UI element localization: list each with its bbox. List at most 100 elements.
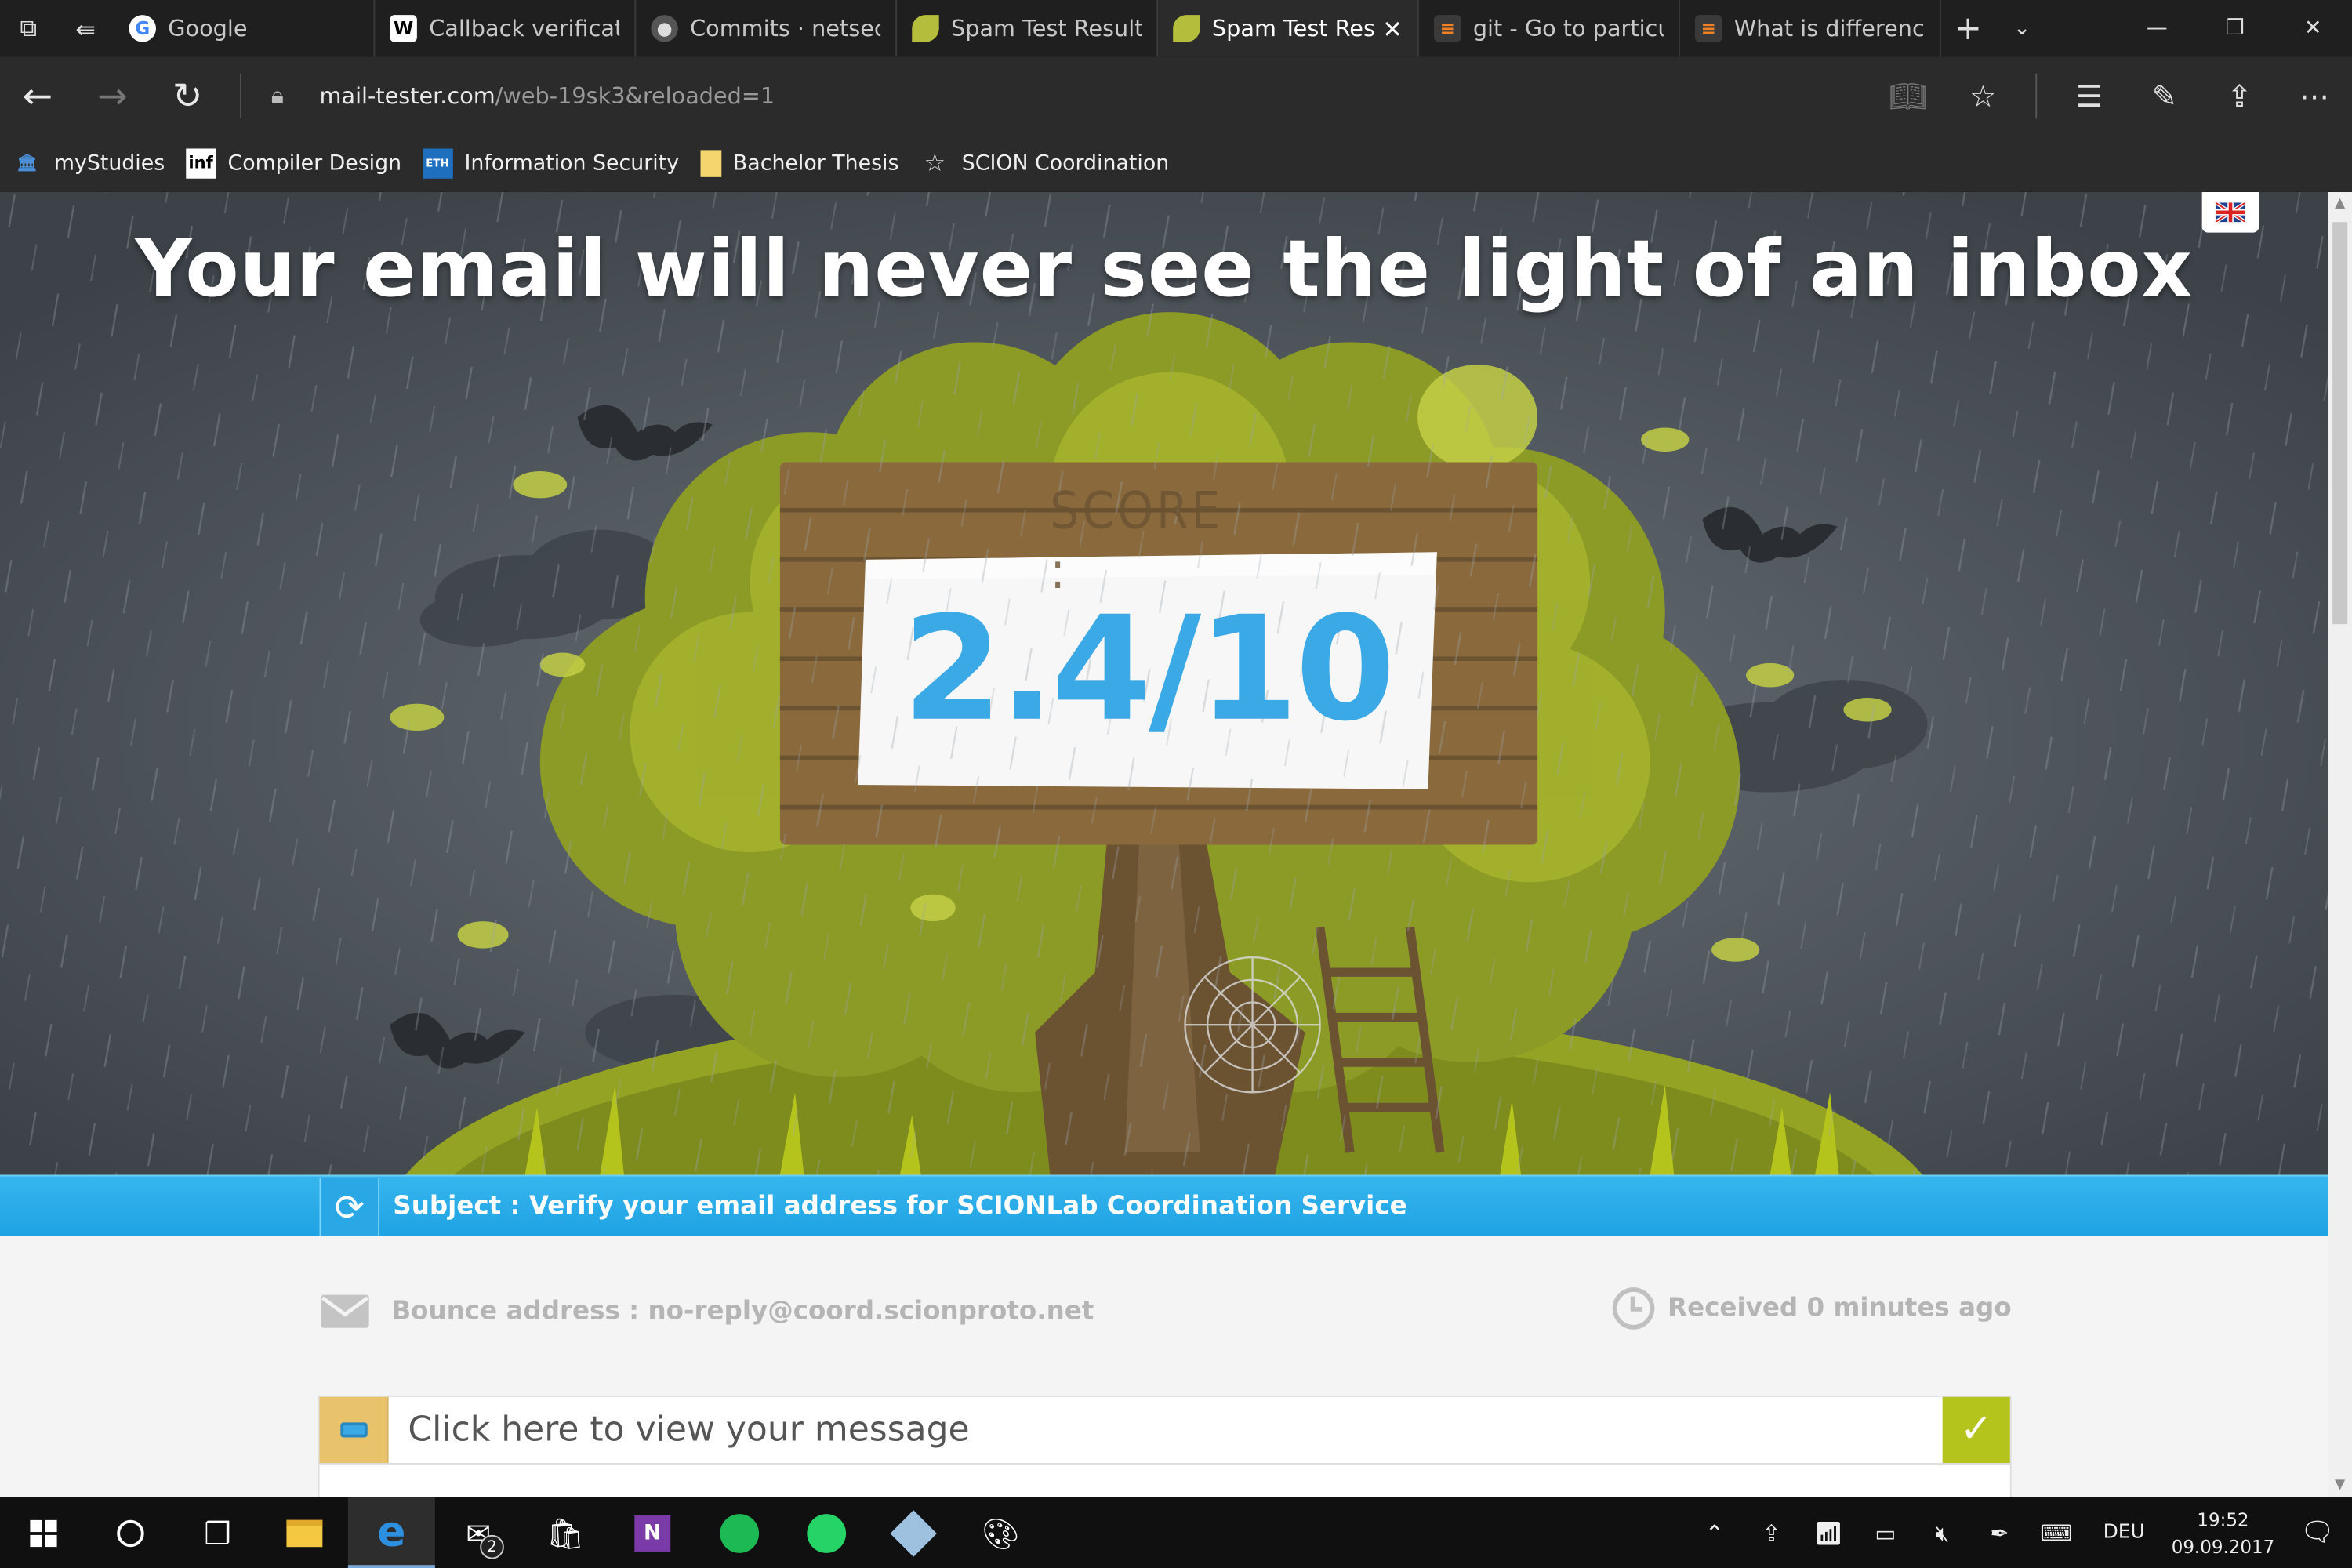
reading-view-icon[interactable]: 📖︎: [1871, 57, 1946, 136]
score-label: SCORE :: [1050, 481, 1224, 602]
share-icon[interactable]: ⇪: [2202, 57, 2278, 136]
paint-icon[interactable]: 🎨︎: [957, 1497, 1044, 1568]
mail-icon[interactable]: ✉ 2: [435, 1497, 522, 1568]
tab-label: Commits · netsec-e: [690, 15, 880, 42]
scrollbar-thumb[interactable]: [2332, 222, 2348, 625]
favorite-information-security[interactable]: ETH Information Security: [422, 147, 680, 178]
input-language[interactable]: DEU: [2085, 1522, 2162, 1544]
whatsapp-icon[interactable]: [783, 1497, 870, 1568]
hub-icon[interactable]: ☰: [2052, 57, 2127, 136]
tab-label: git - Go to particul: [1472, 15, 1664, 42]
hero-illustration: Your email will never see the light of a…: [0, 191, 2328, 1175]
url-path: /web-19sk3&reloaded=1: [495, 82, 775, 110]
wikipedia-icon: W: [390, 15, 417, 42]
favorites-bar: 🏛︎ myStudies inf Compiler Design ETH Inf…: [0, 135, 2352, 192]
favorite-label: Compiler Design: [227, 151, 402, 175]
cortana-icon[interactable]: [87, 1497, 174, 1568]
uk-flag-svg: [2215, 202, 2246, 223]
tab-callback[interactable]: W Callback verificatio: [375, 0, 637, 57]
minimize-icon[interactable]: —: [2118, 0, 2196, 57]
scroll-down-icon[interactable]: ▼: [2328, 1473, 2352, 1497]
bounce-address: Bounce address : no-reply@coord.scionpro…: [320, 1294, 1094, 1330]
favorite-compiler-design[interactable]: inf Compiler Design: [185, 147, 402, 178]
set-tabs-aside-icon[interactable]: ⇚: [57, 0, 114, 57]
close-tab-icon[interactable]: ✕: [1382, 14, 1403, 42]
tab-spam-test-active[interactable]: Spam Test Resı ✕: [1158, 0, 1419, 57]
page-scrollbar[interactable]: ▲ ▼: [2328, 191, 2352, 1498]
check-icon: ✓: [1942, 1396, 2010, 1464]
tab-label: What is difference: [1733, 15, 1925, 42]
chevron-up-icon[interactable]: ⌃: [1686, 1497, 1744, 1568]
store-icon[interactable]: 🛍︎: [522, 1497, 609, 1568]
favorite-star-icon[interactable]: ☆: [1946, 57, 2021, 136]
new-tab-icon[interactable]: +: [1941, 0, 1995, 57]
restore-icon[interactable]: ❐: [2196, 0, 2274, 57]
system-clock[interactable]: 19:52 09.09.2017: [2163, 1506, 2283, 1560]
favorite-label: myStudies: [53, 151, 165, 175]
page-content: Your email will never see the light of a…: [0, 191, 2328, 1498]
favorite-mystudies[interactable]: 🏛︎ myStudies: [12, 148, 165, 178]
windows-start-icon[interactable]: [0, 1497, 87, 1568]
envelope-icon: [321, 1294, 369, 1328]
tab-google[interactable]: G Google: [114, 0, 376, 57]
taskbar: ❒ e ✉ 2 🛍︎ N 🎨︎ ⌃ ⇪ 📶︎ ▭ 🔇︎ ✒ ⌨ DEU 19:52…: [0, 1497, 2352, 1568]
clock-icon: [1612, 1287, 1654, 1330]
leaf-icon: [912, 15, 939, 42]
battery-icon[interactable]: ▭: [1857, 1497, 1915, 1568]
more-icon[interactable]: ⋯: [2277, 57, 2352, 136]
clock-time: 19:52: [2197, 1508, 2249, 1530]
pen-icon[interactable]: ✒: [1971, 1497, 2028, 1568]
message-icon: [319, 1396, 389, 1464]
tab-label: Callback verificatio: [429, 15, 619, 42]
action-center-icon[interactable]: 🗨︎: [2283, 1497, 2352, 1568]
virtualbox-icon[interactable]: [870, 1497, 957, 1568]
google-icon: G: [129, 15, 156, 42]
network-share-icon[interactable]: ⇪: [1743, 1497, 1800, 1568]
refresh-icon[interactable]: ↻: [150, 57, 225, 136]
view-message-label: Click here to view your message: [408, 1410, 970, 1450]
star-icon: ☆: [924, 148, 946, 177]
onenote-icon[interactable]: N: [609, 1497, 696, 1568]
favorite-label: Information Security: [464, 151, 680, 175]
close-window-icon[interactable]: ✕: [2274, 0, 2352, 57]
tab-git[interactable]: ≡ git - Go to particul: [1419, 0, 1680, 57]
favorite-bachelor-thesis[interactable]: Bachelor Thesis: [699, 149, 898, 176]
tab-spam-test-1[interactable]: Spam Test Result: [897, 0, 1159, 57]
edge-icon[interactable]: e: [347, 1497, 435, 1568]
web-note-icon[interactable]: ✎: [2127, 57, 2202, 136]
message-panel: [318, 1464, 2012, 1498]
file-explorer-icon[interactable]: [261, 1497, 348, 1568]
tab-commits[interactable]: ● Commits · netsec-e: [636, 0, 898, 57]
scroll-up-icon[interactable]: ▲: [2328, 192, 2352, 216]
tab-what-is-difference[interactable]: ≡ What is difference: [1680, 0, 1941, 57]
url-field[interactable]: mail-tester.com/web-19sk3&reloaded=1: [299, 82, 1871, 109]
view-message-button[interactable]: Click here to view your message ✓: [318, 1395, 2012, 1465]
received-time-text: Received 0 minutes ago: [1668, 1293, 2012, 1324]
favorite-label: SCION Coordination: [961, 151, 1170, 175]
uk-flag-icon[interactable]: [2201, 191, 2259, 233]
wifi-icon[interactable]: 📶︎: [1800, 1497, 1857, 1568]
eth-building-icon: 🏛︎: [16, 153, 38, 173]
tab-preview-icon[interactable]: ⧉: [0, 0, 57, 57]
keyboard-icon[interactable]: ⌨: [2028, 1497, 2085, 1568]
subject-bar: ⟳ Subject : Verify your email address fo…: [0, 1174, 2328, 1237]
mail-badge: 2: [480, 1534, 504, 1559]
score-value: 2.4/10: [902, 585, 1396, 753]
spotify-icon[interactable]: [696, 1497, 783, 1568]
email-subject: Subject : Verify your email address for …: [393, 1191, 1407, 1221]
tab-label: Spam Test Resı: [1211, 15, 1377, 42]
tab-bar: ⧉ ⇚ G Google W Callback verificatio ● Co…: [0, 0, 2352, 57]
back-icon[interactable]: ←: [0, 57, 75, 136]
refresh-icon[interactable]: ⟳: [319, 1178, 380, 1237]
lock-icon[interactable]: 🔒︎: [256, 81, 299, 111]
clock-date: 09.09.2017: [2171, 1535, 2275, 1557]
inf-icon: inf: [185, 147, 216, 178]
forward-icon[interactable]: →: [75, 57, 151, 136]
task-view-icon[interactable]: ❒: [174, 1497, 261, 1568]
tab-label: Google: [168, 15, 248, 42]
chevron-down-icon[interactable]: ⌄: [1995, 0, 2049, 57]
divider: [240, 73, 242, 119]
stackoverflow-icon: ≡: [1694, 15, 1722, 42]
favorite-scion-coordination[interactable]: ☆ SCION Coordination: [920, 148, 1170, 178]
volume-muted-icon[interactable]: 🔇︎: [1914, 1497, 1971, 1568]
